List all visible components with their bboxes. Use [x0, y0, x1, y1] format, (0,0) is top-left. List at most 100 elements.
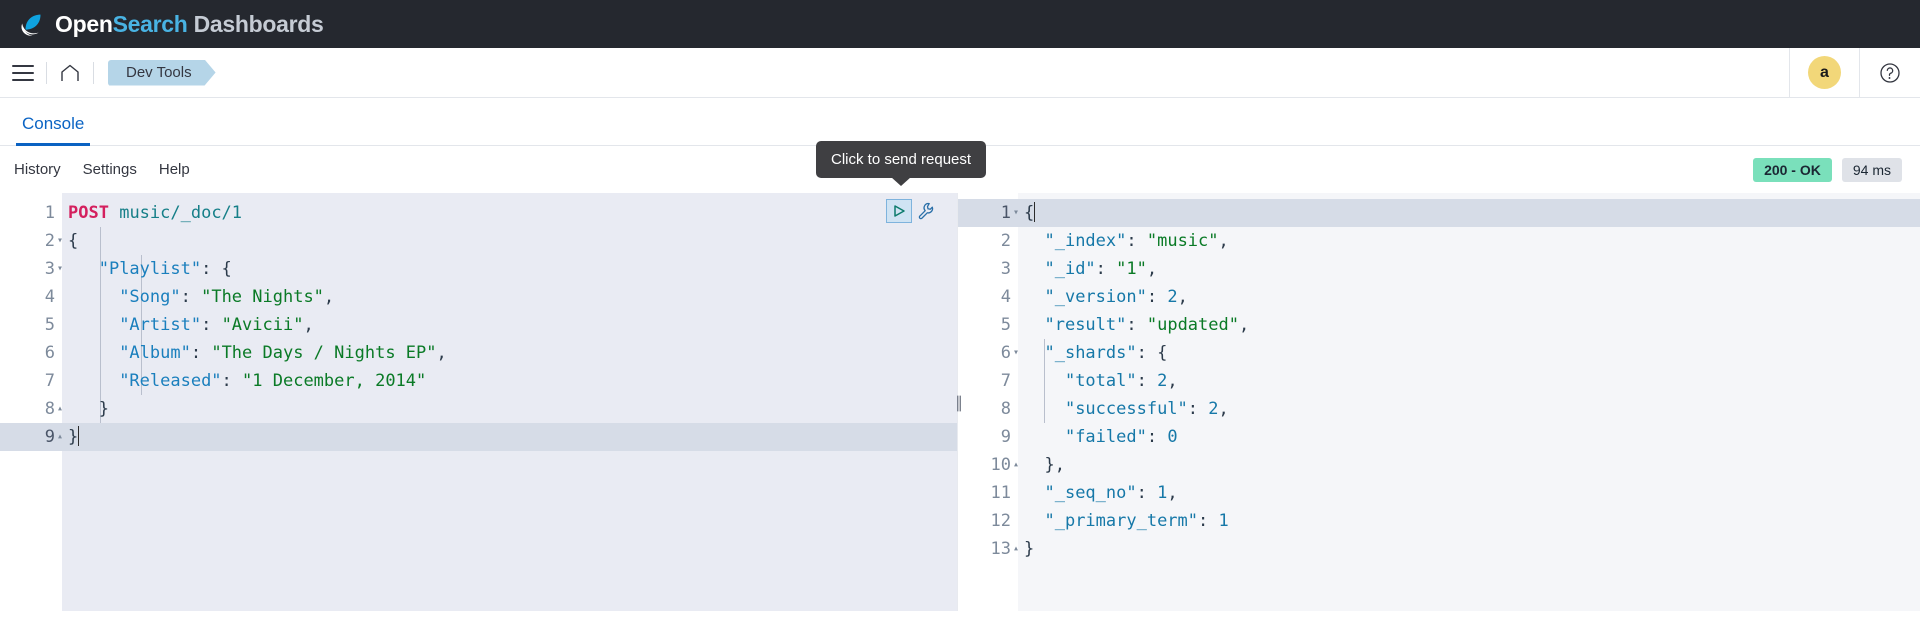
home-button[interactable] — [47, 48, 93, 98]
code-token — [68, 287, 119, 307]
line-number: 4 — [0, 283, 62, 311]
code-token: "_primary_term" — [1044, 511, 1198, 531]
app-tab-bar: Console — [0, 98, 1920, 146]
code-line[interactable]: "Artist": "Avicii", — [62, 311, 957, 339]
response-status-group: 200 - OK 94 ms — [1753, 158, 1920, 182]
code-token: "Artist" — [119, 315, 201, 335]
code-line[interactable]: "_shards": { — [1018, 339, 1920, 367]
code-token: "failed" — [1065, 427, 1147, 447]
code-token: , — [1167, 483, 1177, 503]
code-token: 2 — [1167, 287, 1177, 307]
line-number: 6 — [0, 339, 62, 367]
code-token — [1024, 231, 1044, 251]
code-line[interactable]: { — [62, 227, 957, 255]
code-line[interactable]: } — [62, 395, 957, 423]
code-line[interactable]: "successful": 2, — [1018, 395, 1920, 423]
code-line[interactable]: POST music/_doc/1 — [62, 199, 957, 227]
text-cursor — [1034, 202, 1035, 222]
code-token: "_index" — [1044, 231, 1126, 251]
code-token: : { — [201, 259, 232, 279]
opensearch-dashboards-logo[interactable]: OpenSearch Dashboards — [18, 9, 324, 39]
code-token: "Song" — [119, 287, 180, 307]
line-number: 5 — [0, 311, 62, 339]
line-number: 2▾ — [0, 227, 62, 255]
code-token: , — [1147, 259, 1157, 279]
code-token: "The Days / Nights EP" — [211, 343, 436, 363]
code-token: } — [1024, 539, 1034, 559]
code-token: : — [181, 287, 201, 307]
code-line[interactable]: "total": 2, — [1018, 367, 1920, 395]
response-viewer[interactable]: { "_index": "music", "_id": "1", "_versi… — [1018, 193, 1920, 611]
code-line[interactable]: "_index": "music", — [1018, 227, 1920, 255]
line-number: 2 — [958, 227, 1018, 255]
breadcrumb-item-dev-tools[interactable]: Dev Tools — [108, 60, 216, 86]
code-token: : — [1126, 231, 1146, 251]
code-token: "successful" — [1065, 399, 1188, 419]
code-line[interactable]: "_id": "1", — [1018, 255, 1920, 283]
line-number: 8 — [958, 395, 1018, 423]
code-line[interactable]: "result": "updated", — [1018, 311, 1920, 339]
code-line[interactable]: "_seq_no": 1, — [1018, 479, 1920, 507]
code-line[interactable]: "Song": "The Nights", — [62, 283, 957, 311]
code-token — [68, 315, 119, 335]
code-token: "result" — [1044, 315, 1126, 335]
brand-search: Search — [113, 11, 188, 37]
line-number: 7 — [0, 367, 62, 395]
code-token: : { — [1137, 343, 1168, 363]
code-token: "The Nights" — [201, 287, 324, 307]
line-number: 11 — [958, 479, 1018, 507]
code-token: : — [1147, 287, 1167, 307]
brand-open: Open — [55, 11, 113, 37]
console-link-settings[interactable]: Settings — [83, 161, 137, 178]
code-line[interactable]: "_primary_term": 1 — [1018, 507, 1920, 535]
request-editor-pane: 12▾3▾45678▴9▴ POST music/_doc/1{ "Playli… — [0, 193, 958, 611]
code-line[interactable]: } — [62, 423, 957, 451]
play-triangle-icon — [891, 203, 907, 219]
send-request-button[interactable] — [886, 199, 912, 223]
code-token: } — [68, 427, 78, 447]
brand-dashboards: Dashboards — [188, 11, 324, 37]
code-token: 1 — [1157, 483, 1167, 503]
code-token: , — [1239, 315, 1249, 335]
console-link-history[interactable]: History — [14, 161, 61, 178]
help-circle-icon — [1878, 61, 1902, 85]
code-token: , — [1178, 287, 1188, 307]
request-gutter: 12▾3▾45678▴9▴ — [0, 193, 62, 611]
code-line[interactable]: "Released": "1 December, 2014" — [62, 367, 957, 395]
nav-right-group: a — [1789, 48, 1920, 98]
line-number: 6▾ — [958, 339, 1018, 367]
code-token: 2 — [1208, 399, 1218, 419]
code-token — [1024, 315, 1044, 335]
code-line[interactable]: "Album": "The Days / Nights EP", — [62, 339, 957, 367]
code-token: : — [1147, 427, 1167, 447]
code-line[interactable]: { — [1018, 199, 1920, 227]
code-line[interactable]: "failed": 0 — [1018, 423, 1920, 451]
code-line[interactable]: }, — [1018, 451, 1920, 479]
code-token — [68, 371, 119, 391]
code-token: , — [303, 315, 313, 335]
code-token: "_version" — [1044, 287, 1146, 307]
code-token: "_seq_no" — [1044, 483, 1136, 503]
line-number: 7 — [958, 367, 1018, 395]
request-editor[interactable]: POST music/_doc/1{ "Playlist": { "Song":… — [62, 193, 957, 611]
request-actions — [886, 199, 936, 223]
home-icon — [59, 63, 81, 83]
code-token — [109, 203, 119, 223]
pane-splitter[interactable]: ∥ — [952, 193, 964, 611]
code-token: }, — [1024, 455, 1065, 475]
code-token: 2 — [1157, 371, 1167, 391]
code-token: , — [437, 343, 447, 363]
request-options-button[interactable] — [916, 201, 936, 221]
code-line[interactable]: "_version": 2, — [1018, 283, 1920, 311]
user-menu-button[interactable]: a — [1790, 48, 1859, 98]
code-token: : — [222, 371, 242, 391]
global-header-bar: OpenSearch Dashboards — [0, 0, 1920, 48]
help-menu-button[interactable] — [1860, 48, 1920, 98]
line-number: 8▴ — [0, 395, 62, 423]
tab-console[interactable]: Console — [16, 114, 90, 145]
hamburger-menu-button[interactable] — [0, 48, 46, 98]
console-link-help[interactable]: Help — [159, 161, 190, 178]
response-gutter: 1▾23456▾78910▴111213▴ — [958, 193, 1018, 611]
code-line[interactable]: "Playlist": { — [62, 255, 957, 283]
code-line[interactable]: } — [1018, 535, 1920, 563]
